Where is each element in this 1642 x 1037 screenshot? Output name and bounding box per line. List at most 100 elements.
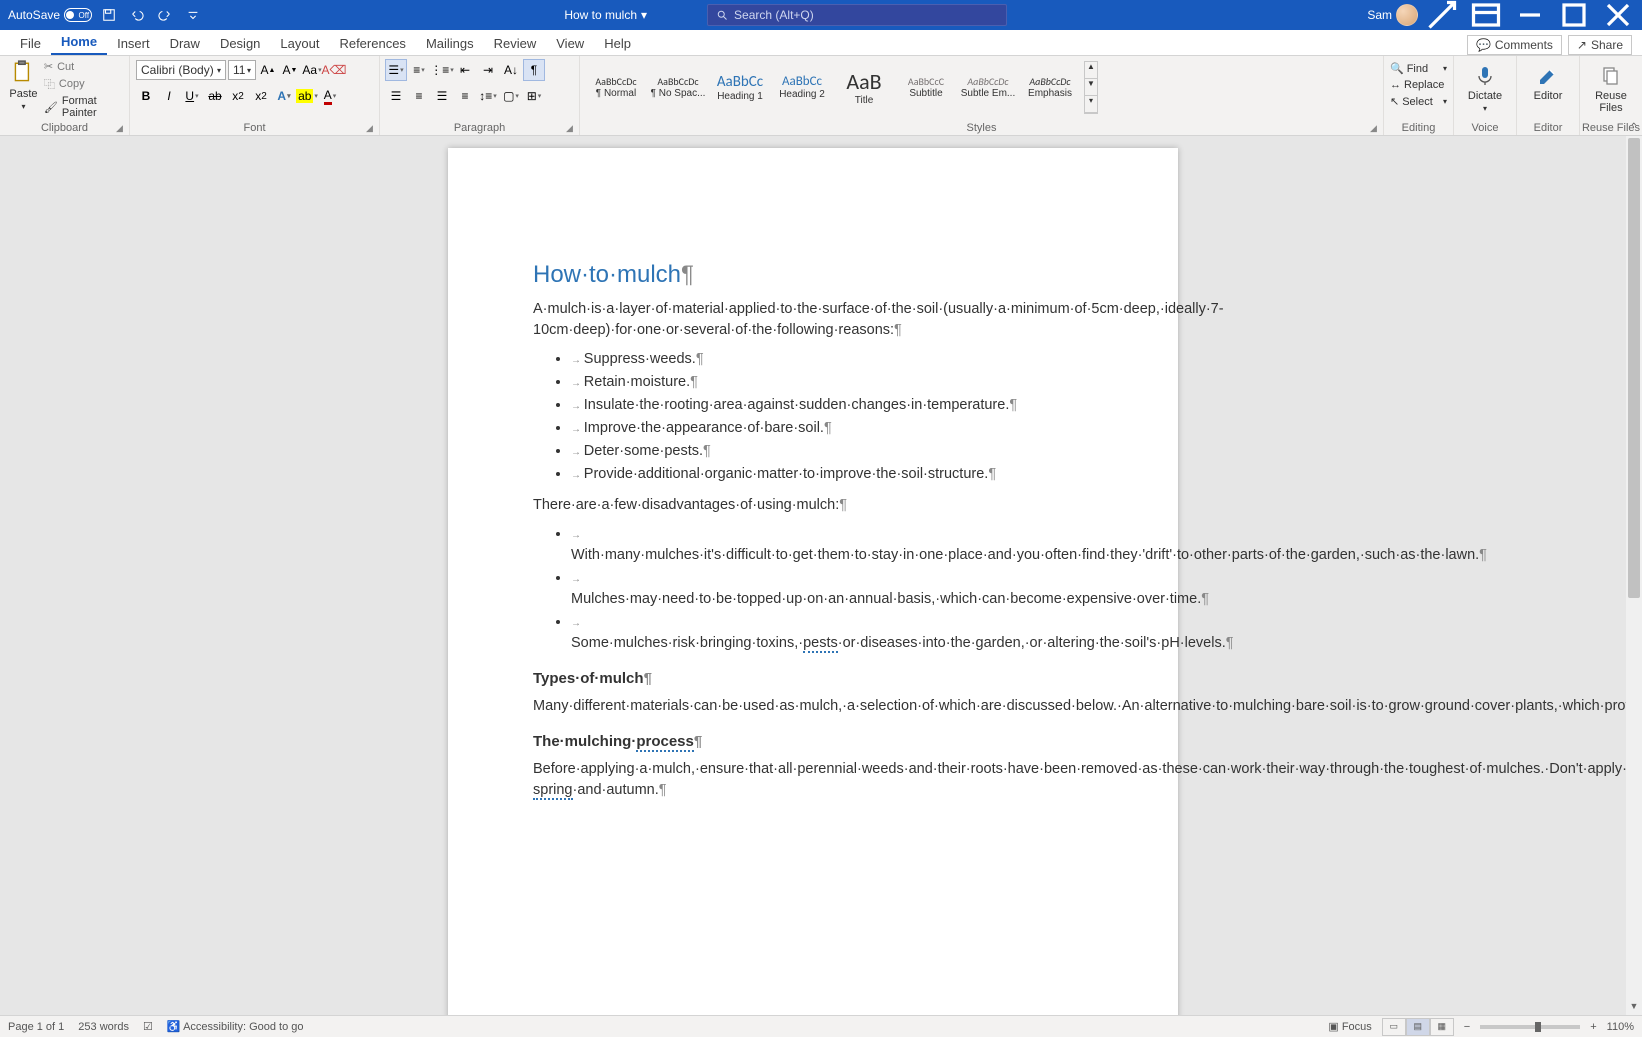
spellcheck-icon[interactable]: ☑ — [143, 1020, 153, 1033]
superscript-button[interactable]: x2 — [251, 86, 271, 106]
heading[interactable]: The·mulching·process¶ — [533, 731, 1093, 753]
list-item[interactable]: → Insulate·the·rooting·area·against·sudd… — [571, 395, 1093, 416]
reuse-files-button[interactable]: Reuse Files — [1586, 60, 1636, 118]
font-color-button[interactable]: A — [320, 86, 340, 106]
list-item[interactable]: → Improve·the·appearance·of·bare·soil.¶ — [571, 418, 1093, 439]
list-item[interactable]: → Mulches·may·need·to·be·topped·up·on·an… — [571, 568, 1093, 610]
vertical-scrollbar[interactable]: ▲ ▼ — [1626, 136, 1642, 1015]
tab-layout[interactable]: Layout — [270, 32, 329, 55]
replace-button[interactable]: ↔Replace — [1390, 77, 1447, 93]
underline-button[interactable]: U — [182, 86, 202, 106]
close-button[interactable] — [1598, 0, 1638, 30]
style-item[interactable]: AaBbCcDcEmphasis — [1020, 61, 1080, 113]
undo-icon[interactable] — [126, 4, 148, 26]
list-item[interactable]: → Retain·moisture.¶ — [571, 372, 1093, 393]
find-button[interactable]: 🔍Find▾ — [1390, 60, 1447, 77]
ribbon-display-icon[interactable] — [1466, 0, 1506, 30]
list-item[interactable]: → With·many·mulches·it's·difficult·to·ge… — [571, 524, 1093, 566]
tab-help[interactable]: Help — [594, 32, 641, 55]
web-layout-button[interactable]: ▦ — [1430, 1018, 1454, 1036]
justify-button[interactable]: ≡ — [455, 86, 475, 106]
tab-insert[interactable]: Insert — [107, 32, 160, 55]
show-marks-button[interactable]: ¶ — [524, 60, 544, 80]
style-gallery-nav[interactable]: ▲▼▾ — [1084, 61, 1098, 114]
increase-indent-button[interactable]: ⇥ — [478, 60, 498, 80]
scroll-down-icon[interactable]: ▼ — [1626, 1001, 1642, 1015]
tab-view[interactable]: View — [546, 32, 594, 55]
clipboard-launcher[interactable]: ◢ — [116, 123, 126, 133]
copy-button[interactable]: ⿻Copy — [44, 76, 123, 92]
zoom-level[interactable]: 110% — [1607, 1021, 1634, 1033]
accessibility-status[interactable]: ♿ Accessibility: Good to go — [167, 1020, 304, 1033]
align-right-button[interactable]: ☰ — [432, 86, 452, 106]
document-area[interactable]: How·to·mulch¶ A·mulch·is·a·layer·of·mate… — [0, 136, 1626, 1015]
minimize-button[interactable] — [1510, 0, 1550, 30]
align-left-button[interactable]: ☰ — [386, 86, 406, 106]
page-indicator[interactable]: Page 1 of 1 — [8, 1021, 64, 1033]
highlight-button[interactable]: ab — [297, 86, 317, 106]
change-case-button[interactable]: Aa — [302, 60, 322, 80]
doc-title[interactable]: How·to·mulch¶ — [533, 258, 1093, 293]
list-item[interactable]: → Suppress·weeds.¶ — [571, 349, 1093, 370]
tab-home[interactable]: Home — [51, 30, 107, 55]
tab-draw[interactable]: Draw — [160, 32, 210, 55]
redo-icon[interactable] — [154, 4, 176, 26]
dictate-button[interactable]: Dictate▾ — [1460, 60, 1510, 117]
comments-button[interactable]: 💬Comments — [1467, 35, 1562, 55]
shading-button[interactable]: ▢ — [501, 86, 521, 106]
select-button[interactable]: ↖Select▾ — [1390, 93, 1447, 110]
qat-more-icon[interactable] — [182, 4, 204, 26]
search-input[interactable]: Search (Alt+Q) — [707, 4, 1007, 26]
line-spacing-button[interactable]: ↕≡ — [478, 86, 498, 106]
font-launcher[interactable]: ◢ — [366, 123, 376, 133]
paragraph[interactable]: There·are·a·few·disadvantages·of·using·m… — [533, 495, 1093, 516]
document-name[interactable]: How to mulch ▾ — [564, 8, 647, 22]
style-item[interactable]: AaBbCcDcSubtle Em... — [958, 61, 1018, 113]
shrink-font-button[interactable]: A▼ — [280, 60, 300, 80]
bullet-list[interactable]: → With·many·mulches·it's·difficult·to·ge… — [533, 524, 1093, 654]
paragraph[interactable]: A·mulch·is·a·layer·of·material·applied·t… — [533, 299, 1093, 341]
clear-formatting-button[interactable]: A⌫ — [324, 60, 344, 80]
styles-launcher[interactable]: ◢ — [1370, 123, 1380, 133]
style-item[interactable]: AaBTitle — [834, 61, 894, 113]
tab-references[interactable]: References — [329, 32, 415, 55]
bullets-button[interactable]: ☰ — [386, 60, 406, 80]
list-item[interactable]: → Deter·some·pests.¶ — [571, 441, 1093, 462]
heading[interactable]: Types·of·mulch¶ — [533, 668, 1093, 690]
tab-mailings[interactable]: Mailings — [416, 32, 484, 55]
subscript-button[interactable]: x2 — [228, 86, 248, 106]
avatar[interactable] — [1396, 4, 1418, 26]
list-item[interactable]: → Provide·additional·organic·matter·to·i… — [571, 464, 1093, 485]
tab-review[interactable]: Review — [484, 32, 547, 55]
print-layout-button[interactable]: ▤ — [1406, 1018, 1430, 1036]
read-mode-button[interactable]: ▭ — [1382, 1018, 1406, 1036]
coming-soon-icon[interactable] — [1422, 0, 1462, 30]
style-item[interactable]: AaBbCcHeading 2 — [772, 61, 832, 113]
page[interactable]: How·to·mulch¶ A·mulch·is·a·layer·of·mate… — [448, 148, 1178, 1015]
style-item[interactable]: AaBbCcHeading 1 — [710, 61, 770, 113]
paste-button[interactable]: Paste▾ — [6, 60, 41, 111]
font-size-combo[interactable]: 11▾ — [228, 60, 256, 80]
zoom-out-button[interactable]: − — [1464, 1021, 1470, 1033]
decrease-indent-button[interactable]: ⇤ — [455, 60, 475, 80]
strikethrough-button[interactable]: ab — [205, 86, 225, 106]
focus-button[interactable]: ▣ Focus — [1328, 1020, 1371, 1033]
grow-font-button[interactable]: A▲ — [258, 60, 278, 80]
numbering-button[interactable]: ≡ — [409, 60, 429, 80]
collapse-ribbon-button[interactable]: ⌃ — [1630, 122, 1638, 133]
font-name-combo[interactable]: Calibri (Body)▾ — [136, 60, 226, 80]
tab-design[interactable]: Design — [210, 32, 270, 55]
list-item[interactable]: → Some·mulches·risk·bringing·toxins,·pes… — [571, 612, 1093, 654]
editor-button[interactable]: Editor — [1523, 60, 1573, 106]
word-count[interactable]: 253 words — [78, 1021, 129, 1033]
autosave-toggle[interactable]: AutoSave Off — [8, 8, 92, 22]
share-button[interactable]: ↗Share — [1568, 35, 1632, 55]
sort-button[interactable]: A↓ — [501, 60, 521, 80]
bold-button[interactable]: B — [136, 86, 156, 106]
paragraph[interactable]: Before·applying·a·mulch,·ensure·that·all… — [533, 759, 1093, 801]
scroll-thumb[interactable] — [1628, 138, 1640, 598]
paragraph-launcher[interactable]: ◢ — [566, 123, 576, 133]
text-effects-button[interactable]: A — [274, 86, 294, 106]
zoom-slider[interactable] — [1480, 1025, 1580, 1029]
multilevel-list-button[interactable]: ⋮≡ — [432, 60, 452, 80]
